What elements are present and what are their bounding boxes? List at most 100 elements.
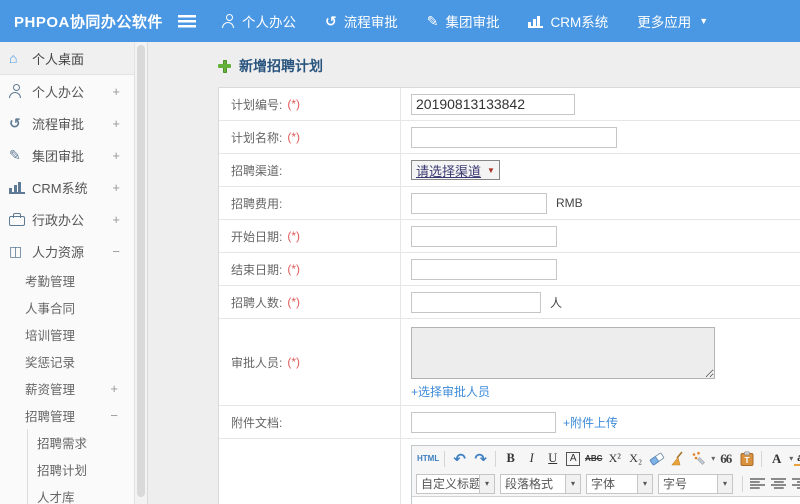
- sidebar-item-personal-office[interactable]: 个人办公 +: [0, 75, 134, 107]
- person-icon: [9, 84, 25, 98]
- caret-down-icon[interactable]: ▾: [789, 454, 793, 463]
- sidebar-item-attendance[interactable]: 考勤管理: [0, 267, 134, 294]
- redo-icon[interactable]: ↷: [471, 449, 490, 469]
- underline-button[interactable]: U: [543, 449, 562, 469]
- main-content: 新增招聘计划 计划编号: (*) 计划名称: (*): [148, 42, 800, 504]
- bar-chart-icon: [528, 15, 544, 28]
- caret-down-icon: ▼: [699, 16, 709, 26]
- highlight-color-button[interactable]: ab: [794, 451, 800, 466]
- blockquote-button[interactable]: 66: [716, 449, 735, 469]
- expand-plus-icon[interactable]: +: [110, 381, 118, 396]
- form-row-fee: 招聘费用: RMB: [219, 187, 800, 220]
- sidebar-item-hr[interactable]: ◫ 人力资源 −: [0, 235, 134, 267]
- home-icon: ⌂: [9, 50, 18, 66]
- select-approvers-link[interactable]: +选择审批人员: [411, 383, 490, 400]
- scrollbar-thumb[interactable]: [137, 45, 145, 497]
- html-source-button[interactable]: HTML: [417, 449, 439, 469]
- sidebar-item-training[interactable]: 培训管理: [0, 321, 134, 348]
- form-row-plan-number: 计划编号: (*): [219, 88, 800, 121]
- format-painter-icon[interactable]: [689, 449, 708, 469]
- plan-name-input[interactable]: [411, 126, 617, 148]
- start-date-input[interactable]: [411, 225, 557, 247]
- superscript-button[interactable]: X²: [605, 449, 624, 469]
- nav-more-apps[interactable]: 更多应用 ▼: [637, 11, 708, 31]
- fee-unit: RMB: [556, 196, 583, 210]
- form-row-channel: 招聘渠道: 请选择渠道 ▼: [219, 154, 800, 187]
- editor-row-label: [219, 439, 401, 504]
- plan-number-input[interactable]: [411, 93, 575, 115]
- paragraph-format-select[interactable]: 段落格式 ▾: [500, 473, 581, 494]
- top-nav: 个人办公 ↺ 流程审批 ✎ 集团审批 CRM系统 更多应用 ▼: [222, 11, 737, 31]
- nav-workflow-approval[interactable]: ↺ 流程审批: [325, 11, 398, 31]
- align-center-icon[interactable]: [771, 478, 786, 489]
- caret-down-icon[interactable]: ▾: [711, 454, 715, 463]
- nav-crm[interactable]: CRM系统: [528, 11, 608, 31]
- clean-format-broom-icon[interactable]: [668, 449, 687, 469]
- sidebar-item-talent-pool[interactable]: 人才库: [28, 483, 134, 504]
- sidebar-item-hr-contract[interactable]: 人事合同: [0, 294, 134, 321]
- font-size-select[interactable]: 字号 ▾: [658, 473, 733, 494]
- eraser-icon[interactable]: [647, 449, 666, 469]
- nav-personal-office[interactable]: 个人办公: [222, 11, 296, 31]
- sidebar-item-recruit-demand[interactable]: 招聘需求: [28, 429, 134, 456]
- editor-content-area[interactable]: [412, 496, 800, 504]
- headcount-label: 招聘人数:: [231, 295, 283, 310]
- sidebar-item-admin-office[interactable]: 行政办公 +: [0, 203, 134, 235]
- plan-name-label: 计划名称:: [231, 130, 283, 145]
- custom-title-select[interactable]: 自定义标题 ▾: [416, 473, 495, 494]
- attachment-label: 附件文档:: [231, 415, 283, 430]
- required-mark: (*): [287, 295, 301, 309]
- form-row-attachment: 附件文档: +附件上传: [219, 406, 800, 439]
- workflow-icon: ↺: [325, 13, 337, 29]
- book-icon: ◫: [9, 243, 23, 259]
- headcount-input[interactable]: [411, 291, 541, 313]
- expand-plus-icon[interactable]: +: [112, 116, 120, 131]
- sidebar-item-recruitment[interactable]: 招聘管理 −: [0, 402, 134, 429]
- channel-select[interactable]: 请选择渠道 ▼: [411, 160, 500, 180]
- headcount-unit: 人: [550, 295, 563, 310]
- bold-button[interactable]: B: [501, 449, 520, 469]
- caret-down-icon: ▾: [637, 474, 652, 493]
- sidebar-item-group-approval[interactable]: ✎ 集团审批 +: [0, 139, 134, 171]
- font-family-select[interactable]: 字体 ▾: [586, 473, 653, 494]
- form-row-plan-name: 计划名称: (*): [219, 121, 800, 154]
- collapse-minus-icon[interactable]: −: [110, 408, 118, 423]
- subscript-button[interactable]: X₂: [626, 449, 645, 469]
- paste-text-icon[interactable]: T: [737, 449, 756, 469]
- form-row-end-date: 结束日期: (*): [219, 253, 800, 286]
- expand-plus-icon[interactable]: +: [112, 180, 120, 195]
- sidebar-item-desktop[interactable]: ⌂ 个人桌面: [0, 42, 134, 75]
- align-left-icon[interactable]: [750, 478, 765, 489]
- top-header: PHPOA协同办公软件 个人办公 ↺ 流程审批 ✎ 集团审批 CRM系统 更多应…: [0, 0, 800, 42]
- sidebar-item-salary[interactable]: 薪资管理 +: [0, 375, 134, 402]
- expand-plus-icon[interactable]: +: [112, 84, 120, 99]
- sidebar-item-crm[interactable]: CRM系统 +: [0, 171, 134, 203]
- align-right-icon[interactable]: [792, 478, 800, 489]
- svg-text:T: T: [744, 455, 750, 465]
- collapse-minus-icon[interactable]: −: [112, 244, 120, 259]
- end-date-input[interactable]: [411, 258, 557, 280]
- strikethrough-button[interactable]: ABC: [584, 449, 603, 469]
- sidebar-item-recruit-plan[interactable]: 招聘计划: [28, 456, 134, 483]
- nav-group-approval[interactable]: ✎ 集团审批: [427, 11, 500, 31]
- start-date-label: 开始日期:: [231, 229, 283, 244]
- attachment-upload-link[interactable]: +附件上传: [563, 414, 618, 431]
- approvers-textarea[interactable]: [411, 327, 715, 379]
- boxed-text-button[interactable]: A: [566, 451, 581, 466]
- font-color-button[interactable]: A: [767, 449, 786, 469]
- page-title: 新增招聘计划: [239, 58, 323, 74]
- expand-plus-icon[interactable]: +: [112, 148, 120, 163]
- editor-toolbar-row1: HTML ↶ ↷ B I U A ABC X² X₂ ▾ 66 T A ▾: [412, 446, 800, 471]
- hamburger-menu-icon[interactable]: [178, 14, 196, 28]
- undo-icon[interactable]: ↶: [450, 449, 469, 469]
- sidebar-item-workflow-approval[interactable]: ↺ 流程审批 +: [0, 107, 134, 139]
- italic-button[interactable]: I: [522, 449, 541, 469]
- sidebar-item-rewards[interactable]: 奖惩记录: [0, 348, 134, 375]
- rich-text-editor: HTML ↶ ↷ B I U A ABC X² X₂ ▾ 66 T A ▾ 自定…: [411, 445, 800, 504]
- expand-plus-icon[interactable]: +: [112, 212, 120, 227]
- approvers-label: 审批人员:: [231, 355, 283, 370]
- attachment-input[interactable]: [411, 411, 556, 433]
- fee-input[interactable]: [411, 192, 547, 214]
- sidebar-scrollbar[interactable]: [134, 42, 148, 504]
- page-title-row: 新增招聘计划: [218, 56, 800, 76]
